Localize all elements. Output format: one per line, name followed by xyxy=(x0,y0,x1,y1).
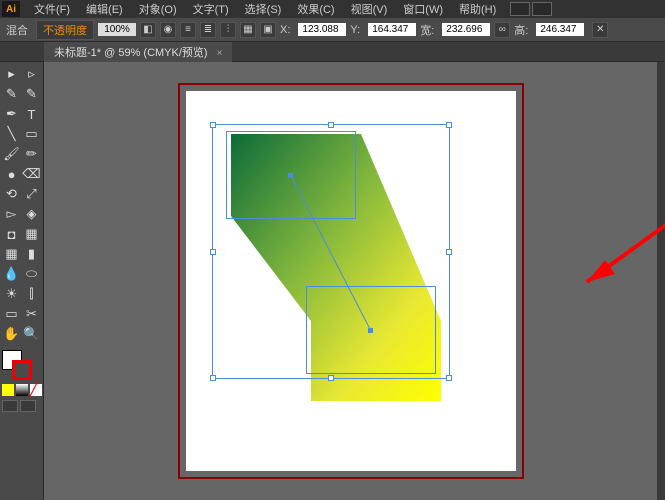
mesh-tool[interactable]: ▦ xyxy=(2,244,22,264)
graph-tool[interactable]: ⫿ xyxy=(22,284,42,304)
menu-edit[interactable]: 编辑(E) xyxy=(78,0,131,19)
bbox-handle[interactable] xyxy=(328,122,334,128)
blob-brush-tool[interactable]: ● xyxy=(2,164,22,184)
slice-tool[interactable]: ✂ xyxy=(22,304,42,324)
bbox-handle[interactable] xyxy=(446,122,452,128)
menubar: Ai 文件(F) 编辑(E) 对象(O) 文字(T) 选择(S) 效果(C) 视… xyxy=(0,0,665,18)
menu-window[interactable]: 窗口(W) xyxy=(395,0,451,19)
artboard-tool[interactable]: ▭ xyxy=(2,304,22,324)
app-logo: Ai xyxy=(2,1,20,17)
eraser-tool[interactable]: ⌫ xyxy=(22,164,42,184)
align1-icon[interactable]: ≡ xyxy=(180,22,196,38)
x-input[interactable]: 123.088 xyxy=(298,23,346,36)
menu-file[interactable]: 文件(F) xyxy=(26,0,78,19)
artboard-frame xyxy=(178,83,524,479)
opacity-value[interactable]: 100% xyxy=(98,23,136,36)
bbox-handle[interactable] xyxy=(446,249,452,255)
bbox-handle[interactable] xyxy=(210,375,216,381)
menu-effect[interactable]: 效果(C) xyxy=(289,0,342,19)
align2-icon[interactable]: ≣ xyxy=(200,22,216,38)
menu-type[interactable]: 文字(T) xyxy=(185,0,237,19)
opacity-dropdown[interactable]: 不透明度 xyxy=(36,20,94,40)
align3-icon[interactable]: ⫶ xyxy=(220,22,236,38)
recolor-icon[interactable]: ◉ xyxy=(160,22,176,38)
h-label: 高: xyxy=(514,22,528,38)
bbox-handle[interactable] xyxy=(446,375,452,381)
document-tab[interactable]: 未标题-1* @ 59% (CMYK/预览) × xyxy=(44,42,232,62)
layout-icon[interactable] xyxy=(510,2,530,16)
tab-title: 未标题-1* @ 59% (CMYK/预览) xyxy=(54,47,208,59)
w-label: 宽: xyxy=(420,22,434,38)
direct-select-tool[interactable]: ▹ xyxy=(22,64,42,84)
rotate-tool[interactable]: ⟲ xyxy=(2,184,22,204)
canvas-area[interactable] xyxy=(44,62,657,500)
selection-tool[interactable]: ▸ xyxy=(2,64,22,84)
y-label: Y: xyxy=(350,24,360,36)
h-input[interactable]: 246.347 xyxy=(536,23,584,36)
zoom-tool[interactable]: 🔍 xyxy=(22,324,42,344)
eyedropper-tool[interactable]: 💧 xyxy=(2,264,22,284)
perspective-tool[interactable]: ▦ xyxy=(22,224,42,244)
menu-help[interactable]: 帮助(H) xyxy=(451,0,504,19)
shape-builder-tool[interactable]: ◘ xyxy=(2,224,22,244)
toolbox: ▸▹ ✎✎ ✒T ╲▭ 🖌✏ ●⌫ ⟲⤢ ▻◈ ◘▦ ▦▮ 💧⬭ ☀⫿ ▭✂ ✋… xyxy=(0,62,44,500)
width-tool[interactable]: ▻ xyxy=(2,204,22,224)
type-tool[interactable]: T xyxy=(22,104,42,124)
blend-tool[interactable]: ⬭ xyxy=(22,264,42,284)
full-screen-icon[interactable] xyxy=(20,400,36,412)
menu-select[interactable]: 选择(S) xyxy=(237,0,290,19)
free-transform-tool[interactable]: ◈ xyxy=(22,204,42,224)
top-square-bbox[interactable] xyxy=(226,131,356,219)
isolate-icon[interactable]: ▣ xyxy=(260,22,276,38)
bbox-handle[interactable] xyxy=(328,375,334,381)
style-icon[interactable]: ◧ xyxy=(140,22,156,38)
line-tool[interactable]: ╲ xyxy=(2,124,22,144)
pencil-tool[interactable]: ✏ xyxy=(22,144,42,164)
artboard[interactable] xyxy=(186,91,516,471)
menu-view[interactable]: 视图(V) xyxy=(343,0,396,19)
options-bar: 混合 不透明度 100% ◧ ◉ ≡ ≣ ⫶ ▦ ▣ X: 123.088 Y:… xyxy=(0,18,665,42)
menu-object[interactable]: 对象(O) xyxy=(131,0,185,19)
lasso-tool[interactable]: ✎ xyxy=(22,84,42,104)
gradient-swatch[interactable] xyxy=(16,384,28,396)
fill-stroke-swatch[interactable]: ╱ xyxy=(2,350,42,412)
y-input[interactable]: 164.347 xyxy=(368,23,416,36)
scale-tool[interactable]: ⤢ xyxy=(22,184,42,204)
tab-bar: 未标题-1* @ 59% (CMYK/预览) × xyxy=(0,42,665,62)
main-area: ▸▹ ✎✎ ✒T ╲▭ 🖌✏ ●⌫ ⟲⤢ ▻◈ ◘▦ ▦▮ 💧⬭ ☀⫿ ▭✂ ✋… xyxy=(0,62,665,500)
w-input[interactable]: 232.696 xyxy=(442,23,490,36)
arrange-icon[interactable] xyxy=(532,2,552,16)
symbol-spray-tool[interactable]: ☀ xyxy=(2,284,22,304)
color-swatch[interactable] xyxy=(2,384,14,396)
bbox-handle[interactable] xyxy=(210,122,216,128)
more-icon[interactable]: ✕ xyxy=(592,22,608,38)
bbox-handle[interactable] xyxy=(210,249,216,255)
stroke-swatch[interactable] xyxy=(12,360,32,380)
link-wh-icon[interactable]: ∞ xyxy=(494,22,510,38)
magic-wand-tool[interactable]: ✎ xyxy=(2,84,22,104)
hand-tool[interactable]: ✋ xyxy=(2,324,22,344)
gradient-tool[interactable]: ▮ xyxy=(22,244,42,264)
bottom-square-bbox[interactable] xyxy=(306,286,436,374)
brush-tool[interactable]: 🖌 xyxy=(2,144,22,164)
transform-icon[interactable]: ▦ xyxy=(240,22,256,38)
none-swatch[interactable]: ╱ xyxy=(30,384,42,396)
rectangle-tool[interactable]: ▭ xyxy=(22,124,42,144)
normal-screen-icon[interactable] xyxy=(2,400,18,412)
annotation-arrow xyxy=(567,172,665,292)
tab-close-icon[interactable]: × xyxy=(217,48,223,59)
pen-tool[interactable]: ✒ xyxy=(2,104,22,124)
blend-label: 混合 xyxy=(6,22,28,38)
x-label: X: xyxy=(280,24,290,36)
